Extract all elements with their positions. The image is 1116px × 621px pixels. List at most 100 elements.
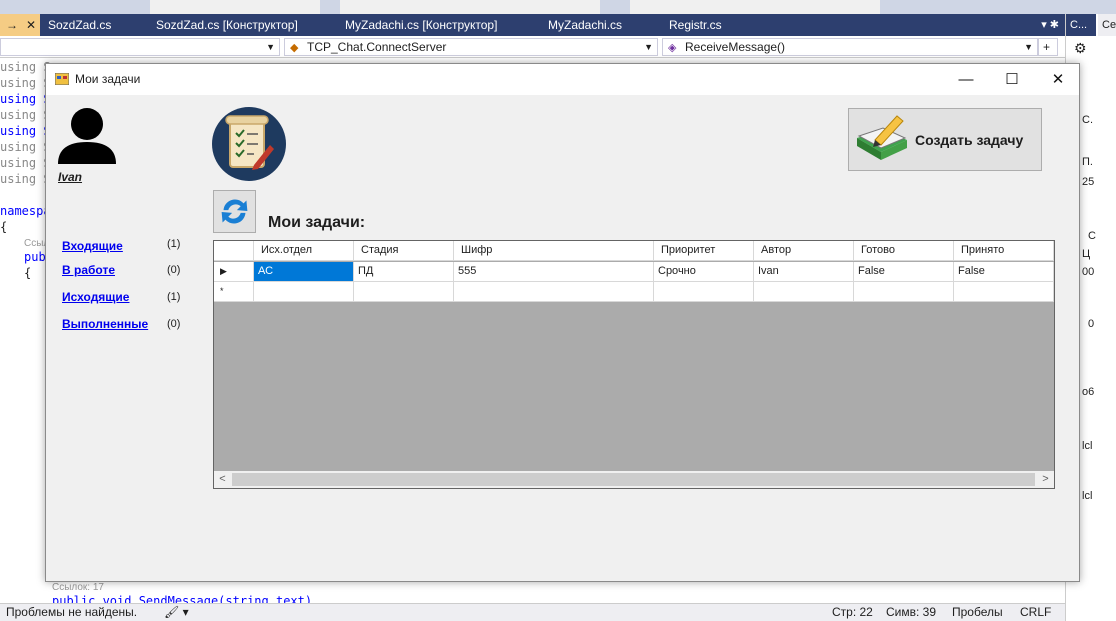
code-line: using S [0, 140, 51, 154]
app-icon [55, 73, 69, 85]
grid-cell[interactable] [254, 282, 354, 302]
new-row-icon[interactable]: * [214, 282, 254, 302]
top-strip-tab [340, 0, 600, 14]
navigation-bar: ▼ ◆ TCP_Chat.ConnectServer ▼ ◈ ReceiveMe… [0, 36, 1065, 58]
grid-cell[interactable]: Срочно [654, 262, 754, 282]
tool-tab[interactable]: C... [1066, 14, 1096, 36]
page-heading: Мои задачи: [268, 214, 366, 231]
member-dropdown[interactable]: ◆ TCP_Chat.ConnectServer ▼ [284, 38, 658, 56]
tab-sozdzad-designer[interactable]: SozdZad.cs [Конструктор] [150, 14, 336, 36]
outgoing-count: (1) [167, 291, 181, 303]
method-dropdown[interactable]: ◈ ReceiveMessage() ▼ [662, 38, 1038, 56]
grid-cell[interactable] [754, 282, 854, 302]
column-indicator[interactable]: Симв: 39 [886, 604, 936, 621]
code-lens[interactable]: Ссылок: 17 [52, 582, 104, 593]
grid-cell[interactable] [354, 282, 454, 302]
panel-text: П. [1082, 156, 1093, 168]
code-line: using S [0, 92, 51, 106]
scrollbar-thumb[interactable] [232, 473, 1035, 486]
panel-text: lcl [1082, 440, 1093, 452]
line-indicator[interactable]: Стр: 22 [832, 604, 873, 621]
nav-link-in-progress[interactable]: В работе [62, 263, 115, 277]
chevron-down-icon: ▼ [1024, 42, 1033, 52]
code-line: using S [0, 156, 51, 170]
status-bar: Проблемы не найдены. 🖌 ▾ Стр: 22 Симв: 3… [0, 603, 1065, 621]
grid-cell[interactable] [654, 282, 754, 302]
code-line: using S [0, 108, 51, 122]
create-task-label: Создать задачу [915, 132, 1024, 148]
grid-cell[interactable] [854, 282, 954, 302]
split-icon[interactable]: + [1038, 38, 1058, 56]
top-strip-tab [630, 0, 880, 14]
incoming-count: (1) [167, 238, 181, 250]
refresh-button[interactable] [213, 190, 256, 233]
panel-text: lcl [1082, 490, 1093, 502]
scroll-right-icon[interactable]: > [1037, 471, 1054, 488]
column-header[interactable]: Готово [854, 241, 954, 261]
panel-text: o6 [1082, 386, 1095, 398]
code-line: using S [0, 60, 51, 74]
tasks-data-grid[interactable]: Исх.отдел Стадия Шифр Приоритет Автор Го… [213, 240, 1055, 489]
vs-top-strip [0, 0, 1116, 14]
grid-cell[interactable]: 555 [454, 262, 654, 282]
nav-link-outgoing[interactable]: Исходящие [62, 290, 129, 304]
project-dropdown[interactable]: ▼ [0, 38, 280, 56]
header-corner[interactable] [214, 241, 254, 261]
grid-header-row: Исх.отдел Стадия Шифр Приоритет Автор Го… [214, 241, 1054, 261]
tab-registr-cs[interactable]: Registr.cs [663, 14, 763, 36]
in-progress-count: (0) [167, 264, 181, 276]
tab-pinned[interactable]: → ✕ [0, 14, 40, 36]
scroll-left-icon[interactable]: < [214, 471, 231, 488]
column-header[interactable]: Исх.отдел [254, 241, 354, 261]
class-icon: ◆ [290, 42, 299, 54]
grid-cell[interactable]: False [954, 262, 1054, 282]
grid-cell[interactable]: АС [254, 262, 354, 282]
nav-link-completed[interactable]: Выполненные [62, 317, 148, 331]
eol-indicator[interactable]: CRLF [1020, 604, 1051, 621]
column-header[interactable]: Приоритет [654, 241, 754, 261]
grid-cell[interactable]: False [854, 262, 954, 282]
current-row-icon[interactable]: ▶ [214, 262, 254, 282]
panel-text: C [1088, 230, 1096, 242]
refresh-icon [221, 199, 248, 224]
maximize-button[interactable]: ☐ [989, 64, 1035, 95]
tab-myzadachi-cs[interactable]: MyZadachi.cs [542, 14, 662, 36]
grid-cell[interactable]: ПД [354, 262, 454, 282]
grid-cell[interactable] [454, 282, 654, 302]
tab-overflow-icon[interactable]: ▾ ✱ [1041, 14, 1059, 36]
tab-myzadachi-designer[interactable]: MyZadachi.cs [Конструктор] [339, 14, 541, 36]
tool-tab[interactable]: Ce [1098, 14, 1116, 36]
column-header[interactable]: Автор [754, 241, 854, 261]
close-button[interactable]: ✕ [1035, 64, 1081, 95]
panel-text: 25 [1082, 176, 1095, 188]
user-avatar-icon [58, 108, 116, 164]
pinned-arrow-icon: → [6, 18, 18, 32]
code-line: { [0, 220, 8, 234]
window-title-bar[interactable]: Мои задачи — ☐ ✕ [46, 64, 1079, 95]
grid-cell[interactable]: Ivan [754, 262, 854, 282]
member-dropdown-label: TCP_Chat.ConnectServer [307, 40, 447, 54]
code-line: using S [0, 172, 51, 186]
task-list-icon [212, 107, 286, 181]
problems-status[interactable]: Проблемы не найдены. [6, 604, 137, 621]
panel-text: Ц [1082, 248, 1091, 260]
minimize-button[interactable]: — [943, 64, 989, 95]
tab-sozdzad-cs[interactable]: SozdZad.cs [42, 14, 148, 36]
grid-cell[interactable] [954, 282, 1054, 302]
close-icon[interactable]: ✕ [26, 18, 36, 32]
gear-icon[interactable]: ⚙ [1074, 40, 1087, 57]
table-row[interactable]: ▶ АС ПД 555 Срочно Ivan False False [214, 262, 1054, 282]
column-header[interactable]: Принято [954, 241, 1054, 261]
code-line: pub [24, 250, 46, 264]
column-header[interactable]: Стадия [354, 241, 454, 261]
user-name: Ivan [58, 170, 83, 184]
notebook-pencil-icon [857, 115, 907, 160]
brush-icon[interactable]: 🖌 ▾ [164, 604, 189, 621]
create-task-button[interactable]: Создать задачу [848, 108, 1042, 171]
new-row[interactable]: * [214, 282, 1054, 302]
column-header[interactable]: Шифр [454, 241, 654, 261]
indent-indicator[interactable]: Пробелы [952, 604, 1003, 621]
code-line: using S [0, 124, 51, 138]
nav-link-incoming[interactable]: Входящие [62, 239, 123, 253]
horizontal-scrollbar[interactable]: < > [214, 471, 1054, 488]
